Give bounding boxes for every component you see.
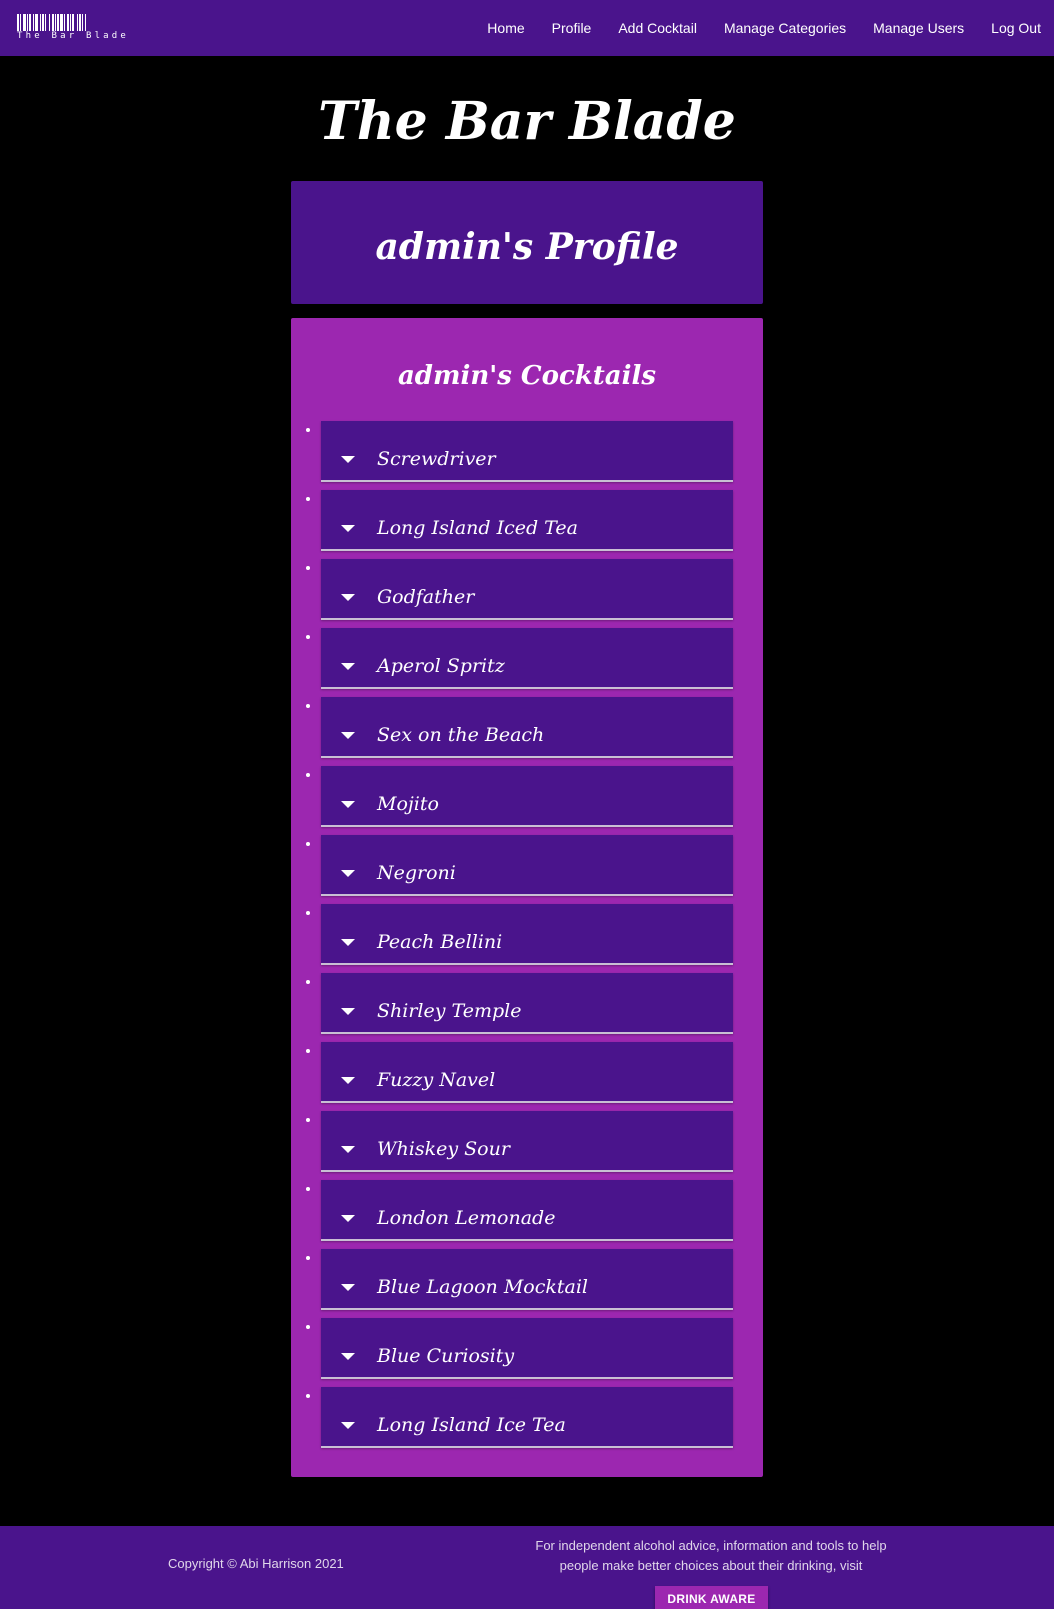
- cocktail-name: Blue Curiosity: [377, 1345, 515, 1367]
- cocktail-name: Fuzzy Navel: [377, 1069, 496, 1091]
- cocktail-item[interactable]: Aperol Spritz: [321, 628, 733, 689]
- caret-down-icon: [341, 1284, 355, 1291]
- cocktail-name: Godfather: [377, 586, 475, 608]
- cocktail-name: Screwdriver: [377, 448, 496, 470]
- profile-title: admin's Profile: [375, 225, 679, 268]
- caret-down-icon: [341, 663, 355, 670]
- advice-text: For independent alcohol advice, informat…: [535, 1538, 887, 1573]
- cocktails-title: admin's Cocktails: [397, 361, 657, 391]
- caret-down-icon: [341, 594, 355, 601]
- nav-link-manage-users[interactable]: Manage Users: [873, 20, 964, 36]
- cocktail-item[interactable]: London Lemonade: [321, 1180, 733, 1241]
- footer: Copyright © Abi Harrison 2021 For indepe…: [0, 1526, 1054, 1609]
- cocktail-item[interactable]: Godfather: [321, 559, 733, 620]
- nav-link-profile[interactable]: Profile: [552, 20, 592, 36]
- caret-down-icon: [341, 1215, 355, 1222]
- cocktail-name: Long Island Ice Tea: [377, 1414, 566, 1436]
- caret-down-icon: [341, 1422, 355, 1429]
- cocktail-name: Aperol Spritz: [377, 655, 505, 677]
- cocktail-name: Whiskey Sour: [377, 1138, 510, 1160]
- caret-down-icon: [341, 1008, 355, 1015]
- nav-link-add-cocktail[interactable]: Add Cocktail: [618, 20, 697, 36]
- cocktail-item[interactable]: Peach Bellini: [321, 904, 733, 965]
- nav-link-manage-categories[interactable]: Manage Categories: [724, 20, 846, 36]
- copyright-text: Copyright © Abi Harrison 2021: [168, 1556, 344, 1571]
- nav-link-home[interactable]: Home: [487, 20, 524, 36]
- cocktail-item[interactable]: Sex on the Beach: [321, 697, 733, 758]
- cocktail-item[interactable]: Whiskey Sour: [321, 1111, 733, 1172]
- cocktail-item[interactable]: Long Island Iced Tea: [321, 490, 733, 551]
- caret-down-icon: [341, 1146, 355, 1153]
- cocktail-item[interactable]: Screwdriver: [321, 421, 733, 482]
- site-title: The Bar Blade: [318, 91, 736, 152]
- nav-links: Home Profile Add Cocktail Manage Categor…: [460, 0, 1041, 56]
- profile-card: admin's Profile: [291, 181, 763, 304]
- cocktail-name: London Lemonade: [377, 1207, 556, 1229]
- caret-down-icon: [341, 456, 355, 463]
- cocktail-item[interactable]: Mojito: [321, 766, 733, 827]
- cocktail-item[interactable]: Negroni: [321, 835, 733, 896]
- cocktails-card: admin's Cocktails Screwdriver Long Islan…: [291, 318, 763, 1477]
- cocktail-name: Peach Bellini: [377, 931, 503, 953]
- cocktail-name: Long Island Iced Tea: [377, 517, 578, 539]
- cocktail-item[interactable]: Fuzzy Navel: [321, 1042, 733, 1103]
- cocktail-name: Sex on the Beach: [377, 724, 545, 746]
- caret-down-icon: [341, 1077, 355, 1084]
- cocktail-name: Shirley Temple: [377, 1000, 522, 1022]
- caret-down-icon: [341, 732, 355, 739]
- navbar: The Bar Blade Home Profile Add Cocktail …: [0, 0, 1054, 56]
- caret-down-icon: [341, 870, 355, 877]
- cocktail-name: Mojito: [377, 793, 439, 815]
- brand-text: The Bar Blade: [17, 31, 130, 41]
- cocktail-item[interactable]: Blue Lagoon Mocktail: [321, 1249, 733, 1310]
- caret-down-icon: [341, 525, 355, 532]
- barcode-logo-icon: [17, 14, 133, 31]
- drink-aware-button[interactable]: DRINK AWARE: [655, 1586, 768, 1609]
- caret-down-icon: [341, 1353, 355, 1360]
- cocktail-item[interactable]: Shirley Temple: [321, 973, 733, 1034]
- cocktail-item[interactable]: Long Island Ice Tea: [321, 1387, 733, 1448]
- nav-link-log-out[interactable]: Log Out: [991, 20, 1041, 36]
- caret-down-icon: [341, 939, 355, 946]
- brand-logo[interactable]: The Bar Blade: [17, 14, 133, 42]
- cocktail-list: Screwdriver Long Island Iced Tea Godfath…: [321, 421, 733, 1456]
- cocktail-name: Negroni: [377, 862, 456, 884]
- cocktail-name: Blue Lagoon Mocktail: [377, 1276, 588, 1298]
- caret-down-icon: [341, 801, 355, 808]
- cocktail-item[interactable]: Blue Curiosity: [321, 1318, 733, 1379]
